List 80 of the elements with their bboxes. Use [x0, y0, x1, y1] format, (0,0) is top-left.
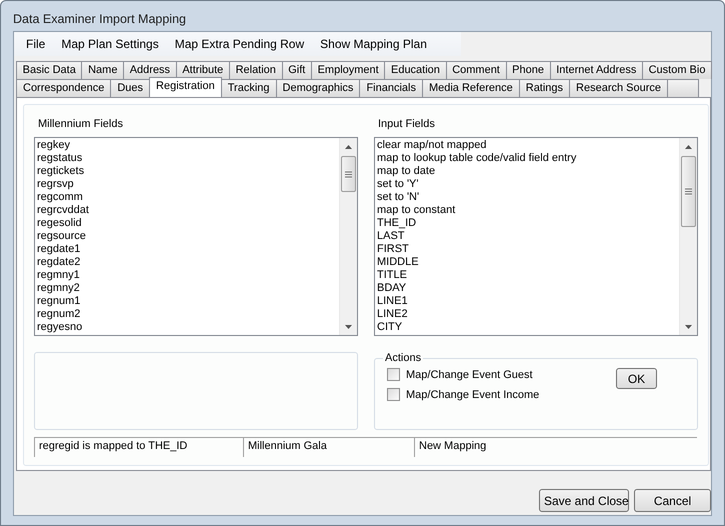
tab[interactable]: Custom Bio: [642, 61, 712, 79]
list-item[interactable]: regtickets: [37, 165, 339, 178]
tab[interactable]: Basic Data: [16, 61, 82, 79]
tab[interactable]: Correspondence: [16, 79, 112, 97]
save-close-button[interactable]: Save and Close: [539, 489, 629, 512]
list-item[interactable]: map to date: [377, 165, 679, 178]
status-cell: Millennium Gala: [243, 437, 414, 457]
list-item[interactable]: MIDDLE: [377, 256, 679, 269]
menu-item[interactable]: Show Mapping Plan: [312, 34, 435, 54]
checkbox-label: Map/Change Event Guest: [406, 368, 533, 380]
list-item[interactable]: clear map/not mapped: [377, 139, 679, 152]
tab[interactable]: Gift: [282, 61, 312, 79]
grip-icon: [345, 170, 352, 178]
tab[interactable]: Internet Address: [550, 61, 643, 79]
scrollbar[interactable]: [679, 138, 697, 335]
tab[interactable]: Financials: [359, 79, 423, 97]
list-item[interactable]: regkey: [37, 139, 339, 152]
status-cell: New Mapping: [414, 437, 697, 457]
list-item[interactable]: LINE1: [377, 295, 679, 308]
tab[interactable]: Comment: [446, 61, 507, 79]
cancel-button[interactable]: Cancel: [634, 489, 711, 512]
list-item[interactable]: regsource: [37, 230, 339, 243]
list-item[interactable]: map to constant: [377, 204, 679, 217]
menu-item[interactable]: Map Plan Settings: [53, 34, 167, 54]
tab[interactable]: Research Source: [569, 79, 668, 97]
list-box[interactable]: regkey regstatus regtickets regrsvp regcomm regrcvddat regesolid regsource regdate1 regdate2 regmny1 regmny2 regnum1 regnum2 regyesno: [34, 137, 358, 336]
list-label: Input Fields: [377, 117, 436, 132]
grip-icon: [685, 188, 692, 195]
list-item[interactable]: regrcvddat: [37, 204, 339, 217]
checkbox[interactable]: [387, 388, 400, 401]
list-item[interactable]: regstatus: [37, 152, 339, 165]
checkbox[interactable]: [387, 368, 400, 381]
list-item[interactable]: regmny1: [37, 269, 339, 282]
list-item[interactable]: set to 'N': [377, 191, 679, 204]
tab[interactable]: Name: [81, 61, 124, 79]
scroll-down-icon[interactable]: [345, 324, 352, 328]
list-item[interactable]: BDAY: [377, 282, 679, 295]
scroll-thumb[interactable]: [681, 156, 696, 227]
list-item[interactable]: regdate1: [37, 243, 339, 256]
tab[interactable]: Relation: [228, 61, 283, 79]
list-item[interactable]: regnum1: [37, 295, 339, 308]
list-item[interactable]: set to 'Y': [377, 178, 679, 191]
list-item[interactable]: map to lookup table code/valid field entry: [377, 152, 679, 165]
group-label: Actions: [384, 352, 422, 364]
tab[interactable]: Demographics: [276, 79, 360, 97]
list-item[interactable]: regmny2: [37, 282, 339, 295]
status-cell: regregid is mapped to THE_ID: [34, 437, 243, 457]
tab[interactable]: Ratings: [518, 79, 570, 97]
tab[interactable]: Media Reference: [422, 79, 520, 97]
list-item[interactable]: FIRST: [377, 243, 679, 256]
list-item[interactable]: regdate2: [37, 256, 339, 269]
tab[interactable]: Registration: [149, 77, 222, 97]
list-item[interactable]: regrsvp: [37, 178, 339, 191]
list-item[interactable]: CITY: [377, 321, 679, 334]
list-box[interactable]: clear map/not mapped map to lookup table code/valid field entry map to date set to 'Y' set to 'N' map to constant THE_ID LAST FIRST MIDDLE TITLE BDAY LINE1 LINE2 CITY: [374, 137, 698, 336]
list-label: Millennium Fields: [37, 117, 124, 132]
scroll-thumb[interactable]: [341, 156, 356, 192]
list-item[interactable]: LINE2: [377, 308, 679, 321]
checkbox-label: Map/Change Event Income: [406, 388, 540, 400]
tab[interactable]: Tracking: [220, 79, 277, 97]
list-item[interactable]: regcomm: [37, 191, 339, 204]
tab[interactable]: Employment: [310, 61, 386, 79]
ok-button[interactable]: OK: [616, 368, 657, 389]
tab[interactable]: Address: [123, 61, 177, 79]
window-title: Data Examiner Import Mapping: [13, 11, 187, 28]
list-item[interactable]: regesolid: [37, 217, 339, 230]
scroll-up-icon[interactable]: [685, 144, 692, 148]
scrollbar[interactable]: [339, 138, 357, 335]
tab[interactable]: Education: [384, 61, 447, 79]
list-item[interactable]: TITLE: [377, 269, 679, 282]
scroll-up-icon[interactable]: [345, 144, 352, 148]
list-item[interactable]: LAST: [377, 230, 679, 243]
scroll-down-icon[interactable]: [685, 324, 692, 328]
tab[interactable]: Phone: [506, 61, 551, 79]
list-item[interactable]: regnum2: [37, 308, 339, 321]
list-item[interactable]: THE_ID: [377, 217, 679, 230]
menu-item[interactable]: File: [18, 34, 54, 54]
list-item[interactable]: regyesno: [37, 321, 339, 334]
menu-item[interactable]: Map Extra Pending Row: [166, 34, 312, 54]
tab[interactable]: Dues: [110, 79, 150, 97]
